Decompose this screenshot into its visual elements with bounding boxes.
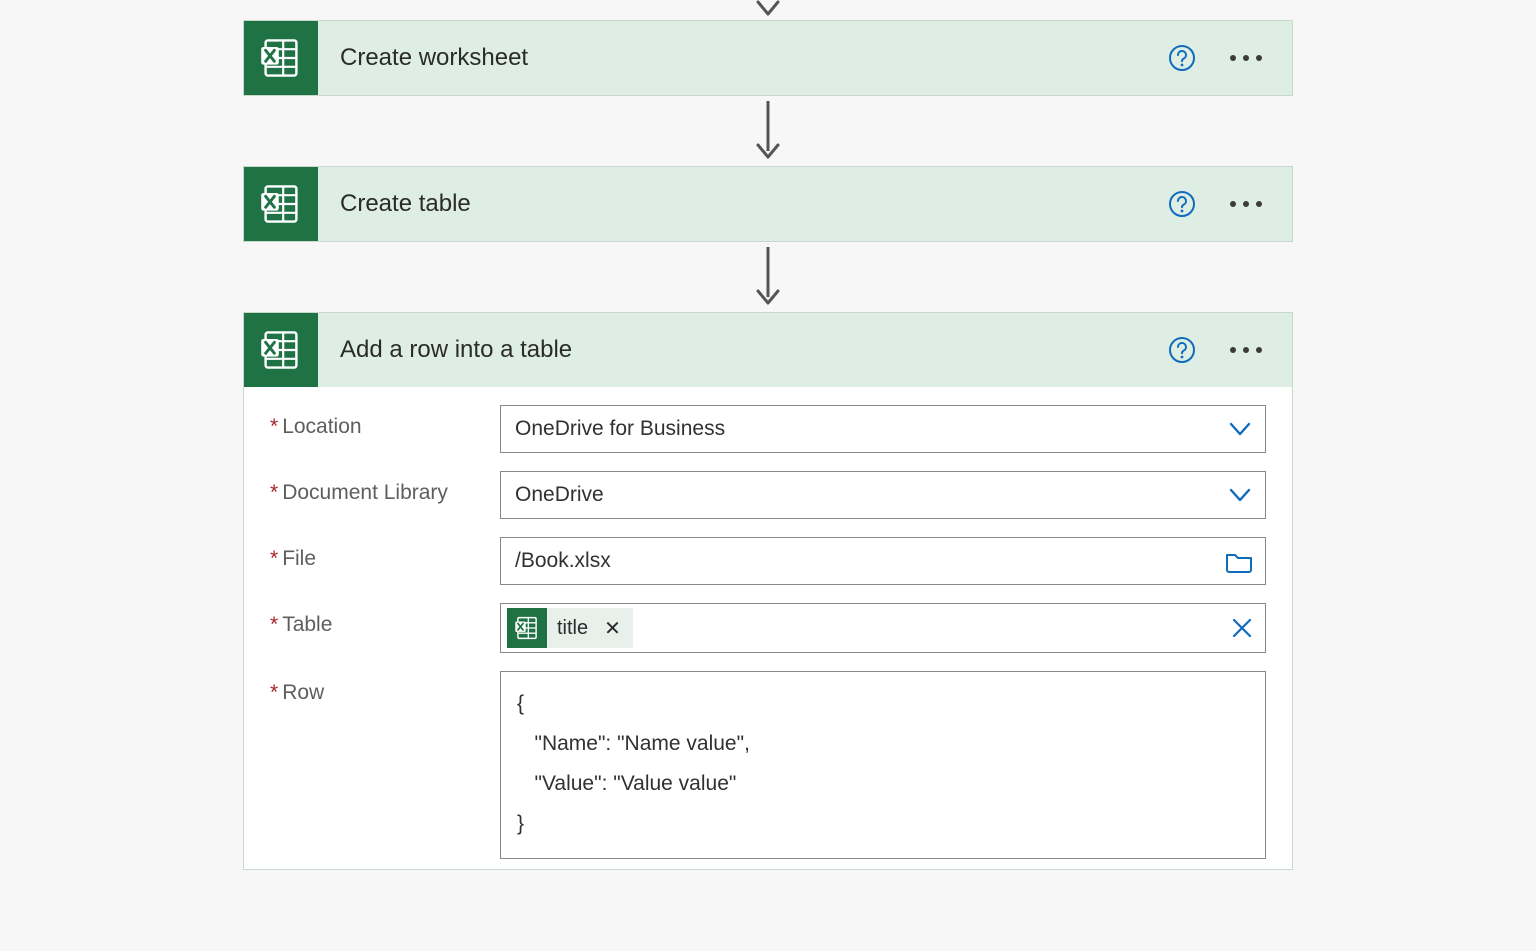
chevron-down-icon xyxy=(1227,416,1253,442)
more-menu-icon[interactable] xyxy=(1230,347,1262,353)
step-header[interactable]: Add a row into a table xyxy=(244,313,1292,387)
help-icon[interactable] xyxy=(1168,190,1196,218)
more-menu-icon[interactable] xyxy=(1230,55,1262,61)
table-input[interactable]: title ✕ xyxy=(500,603,1266,653)
help-icon[interactable] xyxy=(1168,44,1196,72)
token-label: title xyxy=(557,617,588,640)
label-doclib: *Document Library xyxy=(270,471,500,505)
step-title: Create worksheet xyxy=(318,44,1168,72)
step-create-table[interactable]: Create table xyxy=(243,166,1293,242)
table-dynamic-token[interactable]: title ✕ xyxy=(507,608,633,648)
step-title: Create table xyxy=(318,190,1168,218)
location-select[interactable]: OneDrive for Business xyxy=(500,405,1266,453)
clear-icon[interactable] xyxy=(1231,617,1253,639)
folder-icon[interactable] xyxy=(1225,549,1253,573)
token-remove-icon[interactable]: ✕ xyxy=(604,616,621,641)
doclib-select[interactable]: OneDrive xyxy=(500,471,1266,519)
location-value: OneDrive for Business xyxy=(515,417,1217,441)
step-form: *Location OneDrive for Business *Documen… xyxy=(244,387,1292,869)
label-row: *Row xyxy=(270,671,500,705)
label-table: *Table xyxy=(270,603,500,637)
row-json-input[interactable]: { "Name": "Name value", "Value": "Value … xyxy=(500,671,1266,859)
more-menu-icon[interactable] xyxy=(1230,201,1262,207)
flow-arrow xyxy=(753,96,783,166)
excel-icon xyxy=(507,608,547,648)
file-value: /Book.xlsx xyxy=(515,549,1215,573)
label-location: *Location xyxy=(270,405,500,439)
excel-icon xyxy=(244,313,318,387)
flow-arrow xyxy=(753,242,783,312)
step-title: Add a row into a table xyxy=(318,336,1168,364)
label-file: *File xyxy=(270,537,500,571)
doclib-value: OneDrive xyxy=(515,483,1217,507)
step-add-row: Add a row into a table *Location OneDriv… xyxy=(243,312,1293,870)
excel-icon xyxy=(244,21,318,95)
chevron-down-icon xyxy=(1227,482,1253,508)
help-icon[interactable] xyxy=(1168,336,1196,364)
excel-icon xyxy=(244,167,318,241)
step-create-worksheet[interactable]: Create worksheet xyxy=(243,20,1293,96)
file-input[interactable]: /Book.xlsx xyxy=(500,537,1266,585)
flow-arrow-incoming xyxy=(753,0,783,20)
